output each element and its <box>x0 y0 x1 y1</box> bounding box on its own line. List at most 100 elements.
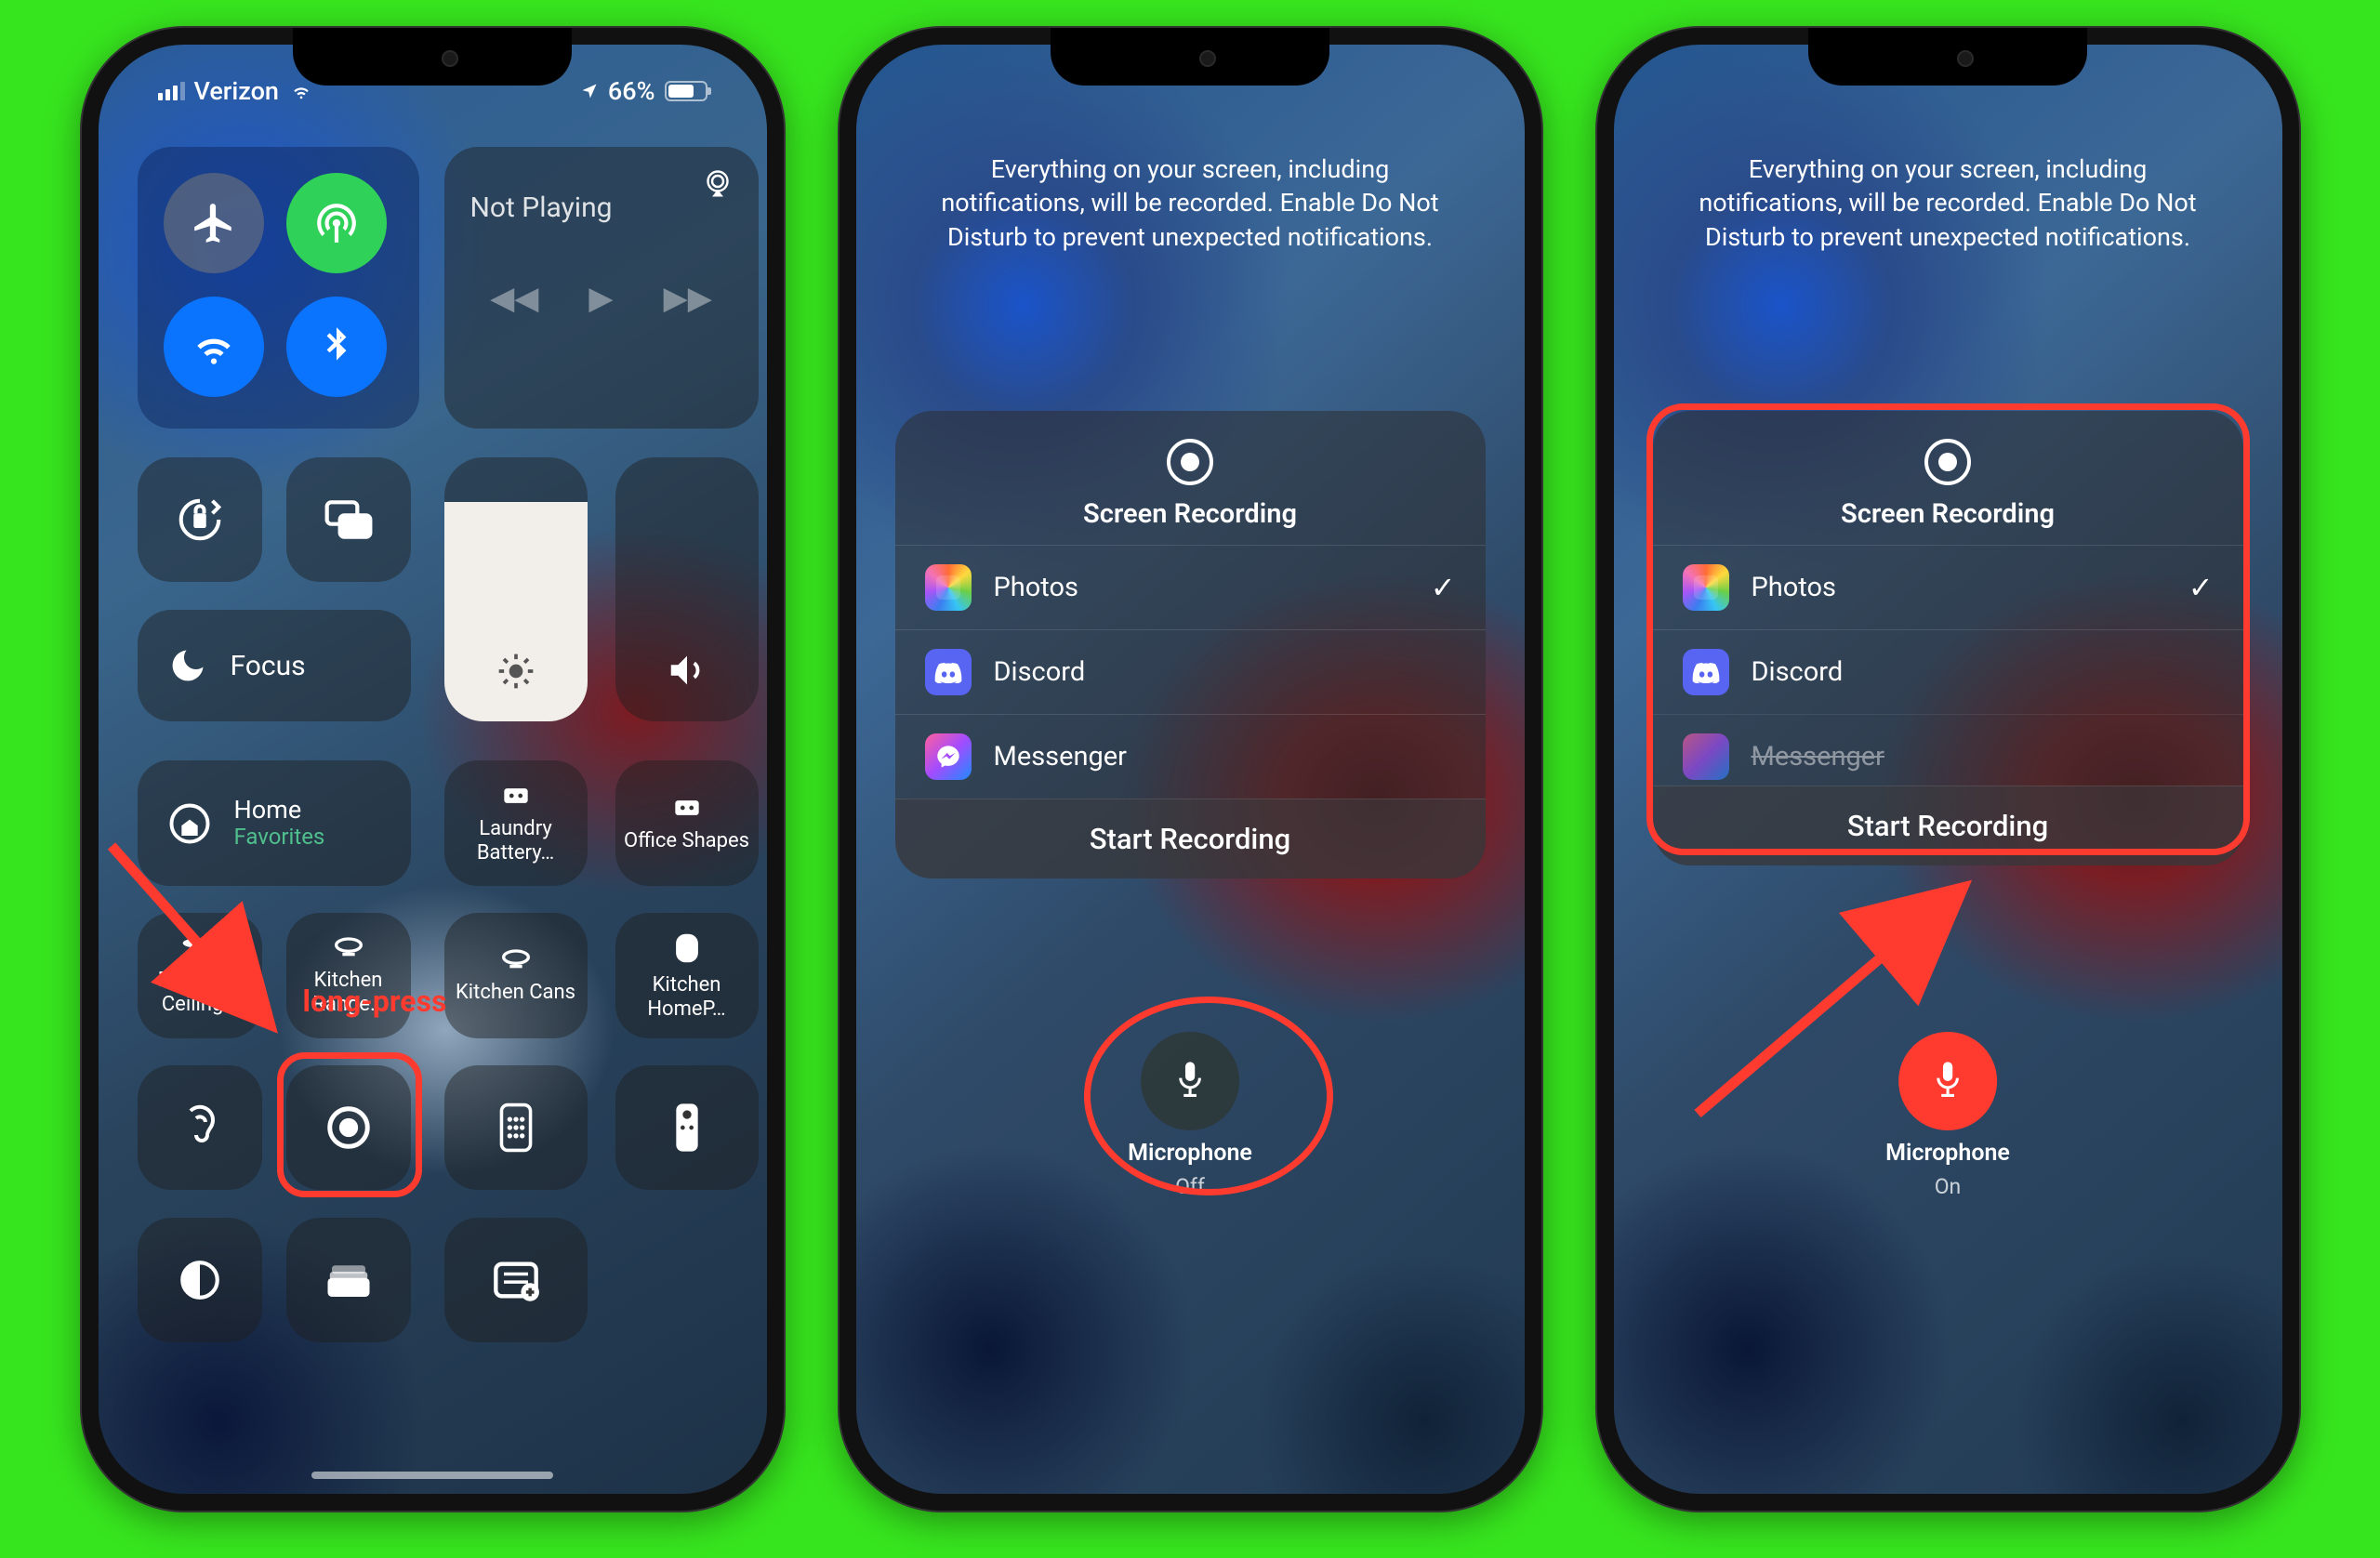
photos-icon <box>925 564 972 611</box>
quick-note-button[interactable] <box>444 1218 588 1342</box>
shortcut-label: Laundry Battery… <box>444 817 588 865</box>
carrier-label: Verizon <box>194 76 279 106</box>
discord-icon <box>925 649 972 695</box>
recording-sheet: Screen Recording Photos ✓ Discord Messen… <box>1653 411 2243 865</box>
signal-icon <box>158 82 185 100</box>
calculator-button[interactable] <box>444 1065 588 1190</box>
homepod-icon <box>671 931 703 966</box>
app-row-messenger[interactable]: Messenger <box>895 714 1486 799</box>
prev-track-icon[interactable]: ◀◀ <box>490 280 538 317</box>
battery-pct: 66% <box>608 76 655 106</box>
notch <box>1808 28 2087 86</box>
shortcut-office[interactable]: Office Shapes <box>615 760 759 886</box>
phone-3: Everything on your screen, including not… <box>1597 28 2299 1511</box>
app-label: Photos <box>994 572 1079 603</box>
moon-icon <box>167 645 208 686</box>
cellular-icon <box>313 200 360 246</box>
app-row-photos[interactable]: Photos ✓ <box>1653 545 2243 629</box>
shortcut-range[interactable]: Kitchen Range… <box>286 913 411 1038</box>
airplay-icon[interactable] <box>701 167 734 205</box>
music-title: Not Playing <box>470 191 733 224</box>
recording-blurb: Everything on your screen, including not… <box>1679 152 2217 254</box>
microphone-label: Microphone <box>1885 1140 2010 1167</box>
play-icon[interactable]: ▶ <box>588 280 613 317</box>
home-label: Home <box>234 797 325 825</box>
remote-button[interactable] <box>615 1065 759 1190</box>
microphone-icon <box>1170 1059 1210 1103</box>
discord-icon <box>1683 649 1729 695</box>
microphone-toggle[interactable] <box>1141 1032 1239 1130</box>
annotation-arrow <box>1670 863 1986 1142</box>
screen-mirror-icon <box>323 497 375 542</box>
annotation-highlight <box>1084 997 1333 1195</box>
microphone-label: Microphone <box>1128 1140 1252 1167</box>
dark-mode-button[interactable] <box>138 1218 262 1342</box>
orientation-lock-button[interactable] <box>138 457 262 582</box>
app-row-discord[interactable]: Discord <box>1653 629 2243 714</box>
connectivity-group[interactable] <box>138 147 419 429</box>
wallet-button[interactable] <box>286 1218 411 1342</box>
brightness-icon <box>496 651 536 695</box>
bluetooth-toggle[interactable] <box>286 297 387 397</box>
airplane-icon <box>191 200 237 246</box>
record-icon <box>1167 439 1213 485</box>
cellular-toggle[interactable] <box>286 173 387 273</box>
messenger-icon <box>1683 733 1729 780</box>
shortcut-cans[interactable]: Kitchen Cans <box>444 913 588 1038</box>
next-track-icon[interactable]: ▶▶ <box>664 280 712 317</box>
screen-record-button[interactable] <box>286 1065 411 1190</box>
checkmark-icon: ✓ <box>1431 570 1456 605</box>
annotation-arrow <box>99 829 299 1052</box>
volume-slider[interactable] <box>615 457 759 721</box>
calculator-icon <box>497 1102 535 1153</box>
messenger-icon <box>925 733 972 780</box>
note-icon <box>492 1259 540 1301</box>
microphone-state: On <box>1935 1174 1962 1199</box>
start-recording-button[interactable]: Start Recording <box>1653 786 2243 865</box>
record-icon <box>324 1102 374 1153</box>
ear-icon <box>178 1103 222 1152</box>
app-label: Photos <box>1752 572 1837 603</box>
phone-2: Everything on your screen, including not… <box>840 28 1541 1511</box>
focus-button[interactable]: Focus <box>138 610 411 721</box>
annotation-highlight <box>277 1052 422 1197</box>
notch <box>293 28 572 86</box>
screen-mirroring-button[interactable] <box>286 457 411 582</box>
checkmark-icon: ✓ <box>2188 570 2214 605</box>
recording-sheet: Screen Recording Photos ✓ Discord Messen… <box>895 411 1486 878</box>
sheet-title: Screen Recording <box>1083 498 1297 530</box>
app-row-discord[interactable]: Discord <box>895 629 1486 714</box>
music-tile[interactable]: Not Playing ◀◀ ▶ ▶▶ <box>444 147 759 429</box>
start-recording-button[interactable]: Start Recording <box>895 799 1486 878</box>
brightness-slider[interactable] <box>444 457 588 721</box>
plug-icon <box>669 794 705 822</box>
hearing-button[interactable] <box>138 1065 262 1190</box>
airplane-toggle[interactable] <box>164 173 264 273</box>
app-label: Messenger <box>994 741 1128 772</box>
wifi-toggle[interactable] <box>164 297 264 397</box>
notch <box>1051 28 1329 86</box>
light-icon <box>497 947 535 973</box>
shortcut-label: Kitchen HomeP… <box>615 973 759 1021</box>
shortcut-label: Kitchen Cans <box>456 981 575 1004</box>
record-icon <box>1924 439 1971 485</box>
music-controls: ◀◀ ▶ ▶▶ <box>470 280 733 317</box>
wifi-icon <box>191 323 237 370</box>
app-label: Messenger <box>1752 741 1885 772</box>
focus-label: Focus <box>231 650 306 682</box>
annotation-label: long-press <box>303 984 447 1019</box>
wifi-status-icon <box>288 81 314 101</box>
shortcut-laundry[interactable]: Laundry Battery… <box>444 760 588 886</box>
microphone-state: Off <box>1175 1174 1205 1199</box>
shortcut-label: Office Shapes <box>624 829 749 852</box>
home-indicator[interactable] <box>311 1472 553 1479</box>
plug-icon <box>498 782 534 810</box>
shortcut-homepod[interactable]: Kitchen HomeP… <box>615 913 759 1038</box>
orientation-lock-icon <box>175 495 225 545</box>
recording-blurb: Everything on your screen, including not… <box>921 152 1460 254</box>
app-row-messenger[interactable]: Messenger <box>1653 714 2243 786</box>
battery-icon <box>665 81 707 101</box>
photos-icon <box>1683 564 1729 611</box>
app-row-photos[interactable]: Photos ✓ <box>895 545 1486 629</box>
sheet-title: Screen Recording <box>1841 498 2055 530</box>
